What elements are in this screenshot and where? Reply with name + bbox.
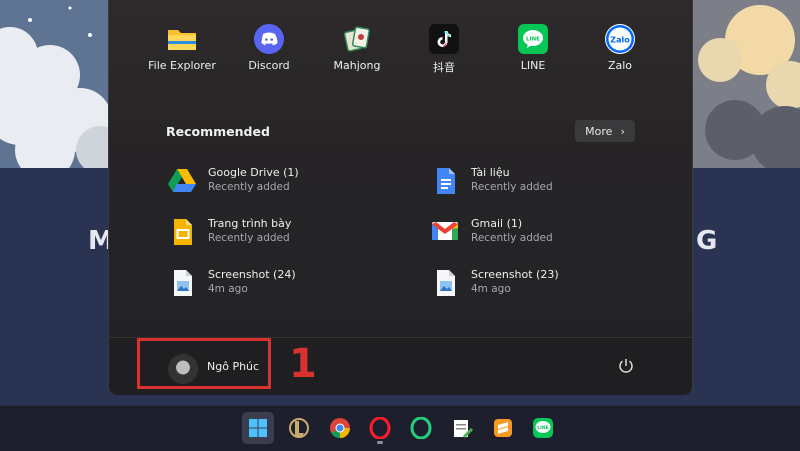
power-button[interactable] — [617, 357, 635, 375]
pinned-app-label: File Explorer — [148, 59, 216, 72]
recommended-item-gmail[interactable]: Gmail (1) Recently added — [431, 214, 671, 250]
chevron-right-icon: › — [620, 124, 625, 138]
pinned-apps: File Explorer Discord Mahjong 抖音 LINE LI… — [109, 0, 692, 90]
folder-icon — [167, 24, 197, 54]
taskbar-opera[interactable] — [364, 412, 396, 444]
annotation-step-number: 1 — [289, 341, 317, 387]
wallpaper-text-right: G — [696, 226, 718, 256]
avatar — [168, 354, 198, 384]
recommended-item-trang-trinh-bay[interactable]: Trang trình bày Recently added — [168, 214, 408, 250]
taskbar-notepad[interactable] — [446, 412, 478, 444]
more-button[interactable]: More › — [575, 120, 635, 142]
recommended-item-subtitle: Recently added — [208, 181, 290, 193]
recommended-item-name: Trang trình bày — [208, 217, 292, 230]
recommended-title: Recommended — [166, 124, 270, 139]
image-file-icon — [431, 269, 459, 297]
recommended-item-tai-lieu[interactable]: Tài liệu Recently added — [431, 163, 671, 199]
taskbar-chrome[interactable] — [324, 412, 356, 444]
power-icon — [619, 359, 633, 373]
chrome-icon — [330, 418, 351, 439]
mahjong-icon — [342, 24, 372, 54]
recommended-item-name: Screenshot (23) — [471, 268, 559, 281]
taskbar: LINE — [0, 405, 800, 451]
recommended-item-subtitle: 4m ago — [208, 283, 248, 295]
recommended-item-google-drive[interactable]: Google Drive (1) Recently added — [168, 163, 408, 199]
sublime-icon — [494, 419, 512, 437]
recommended-item-name: Tài liệu — [471, 166, 510, 179]
recommended-item-subtitle: Recently added — [471, 181, 553, 193]
user-account-button[interactable]: Ngô Phúc — [137, 338, 271, 389]
pinned-app-line[interactable]: LINE LINE — [489, 24, 577, 72]
google-drive-icon — [168, 167, 196, 195]
pinned-app-file-explorer[interactable]: File Explorer — [138, 24, 226, 72]
running-indicator — [377, 441, 383, 444]
notepad-icon — [454, 420, 473, 438]
recommended-item-screenshot-23[interactable]: Screenshot (23) 4m ago — [431, 265, 671, 301]
pinned-app-label: 抖音 — [433, 61, 455, 74]
line-icon: LINE — [518, 24, 548, 54]
pinned-app-label: Discord — [248, 59, 290, 72]
opera-icon — [369, 417, 391, 439]
gmail-icon — [431, 218, 459, 246]
image-file-icon — [168, 269, 196, 297]
svg-text:LINE: LINE — [526, 37, 540, 43]
start-menu-footer: Ngô Phúc — [109, 337, 692, 395]
taskbar-start-button[interactable] — [242, 412, 274, 444]
more-button-label: More — [585, 124, 613, 138]
league-of-legends-icon — [289, 418, 309, 438]
line-icon: LINE — [533, 418, 553, 438]
zalo-icon: Zalo — [605, 24, 635, 54]
taskbar-league-of-legends[interactable] — [283, 412, 315, 444]
user-name: Ngô Phúc — [207, 360, 260, 373]
pinned-app-mahjong[interactable]: Mahjong — [313, 24, 401, 72]
recommended-item-screenshot-24[interactable]: Screenshot (24) 4m ago — [168, 265, 408, 301]
recommended-item-name: Google Drive (1) — [208, 166, 299, 179]
taskbar-sublime[interactable] — [487, 412, 519, 444]
pinned-app-douyin[interactable]: 抖音 — [400, 24, 488, 75]
tiktok-icon — [429, 24, 459, 54]
recommended-item-name: Screenshot (24) — [208, 268, 296, 281]
svg-text:Zalo: Zalo — [610, 36, 630, 45]
recommended-item-subtitle: Recently added — [471, 232, 553, 244]
taskbar-opera-gx[interactable] — [405, 412, 437, 444]
recommended-item-name: Gmail (1) — [471, 217, 523, 230]
opera-gx-icon — [410, 417, 432, 439]
google-slides-icon — [168, 218, 196, 246]
pinned-app-label: LINE — [520, 59, 546, 72]
pinned-app-zalo[interactable]: Zalo Zalo — [576, 24, 664, 72]
start-menu: File Explorer Discord Mahjong 抖音 LINE LI… — [108, 0, 693, 395]
recommended-item-subtitle: Recently added — [208, 232, 290, 244]
pinned-app-label: Mahjong — [333, 59, 381, 72]
google-docs-icon — [431, 167, 459, 195]
pinned-app-label: Zalo — [607, 59, 633, 72]
pinned-app-discord[interactable]: Discord — [225, 24, 313, 72]
discord-icon — [254, 24, 284, 54]
recommended-item-subtitle: 4m ago — [471, 283, 511, 295]
svg-text:LINE: LINE — [537, 425, 548, 431]
taskbar-line[interactable]: LINE — [527, 412, 559, 444]
windows-start-icon — [249, 419, 267, 437]
